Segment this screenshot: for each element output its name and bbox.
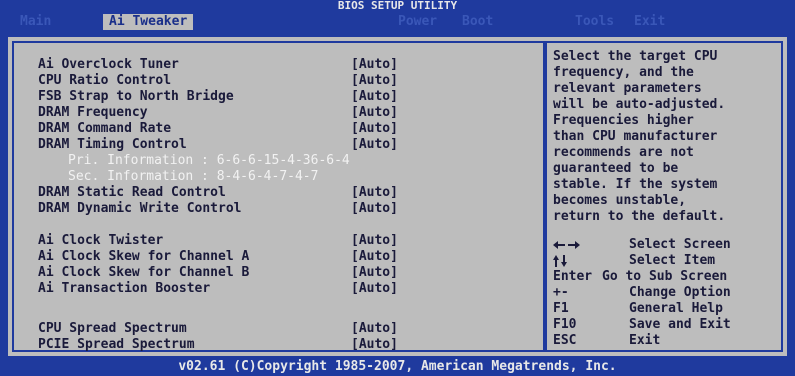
setting-value[interactable]: [Auto] <box>351 233 398 249</box>
setting-value[interactable]: [Auto] <box>351 265 398 281</box>
setting-cpu-ratio-control[interactable]: CPU Ratio Control [Auto] <box>14 73 543 89</box>
settings-pane: Ai Overclock Tuner [Auto] CPU Ratio Cont… <box>12 41 545 352</box>
left-right-arrows-icon <box>553 237 581 253</box>
main-frame: Ai Overclock Tuner [Auto] CPU Ratio Cont… <box>8 37 787 356</box>
setting-transaction-booster[interactable]: Ai Transaction Booster [Auto] <box>14 281 543 297</box>
setting-value[interactable]: [Auto] <box>351 249 398 265</box>
tab-power[interactable]: Power <box>398 14 437 30</box>
key-name: F1 <box>553 301 569 316</box>
tab-exit[interactable]: Exit <box>634 14 665 30</box>
info-primary-timings: Pri. Information : 6-6-6-15-4-36-6-4 <box>14 153 543 169</box>
setting-fsb-strap[interactable]: FSB Strap to North Bridge [Auto] <box>14 89 543 105</box>
key-description: Change Option <box>629 285 731 300</box>
key-name: ESC <box>553 333 577 348</box>
copyright-footer: v02.61 (C)Copyright 1985-2007, American … <box>178 359 617 374</box>
key-enter: Enter Go to Sub Screen <box>553 269 779 285</box>
key-esc: ESC Exit <box>553 333 779 349</box>
help-line: relevant parameters <box>553 81 702 96</box>
setting-value[interactable]: [Auto] <box>351 121 398 137</box>
help-line: becomes unstable, <box>553 193 687 208</box>
setting-pcie-spread-spectrum[interactable]: PCIE Spread Spectrum [Auto] <box>14 337 543 353</box>
setting-value[interactable]: [Auto] <box>351 137 398 153</box>
setting-clock-skew-b[interactable]: Ai Clock Skew for Channel B [Auto] <box>14 265 543 281</box>
help-description: Select the target CPU frequency, and the… <box>553 49 779 225</box>
help-line: recommends are not <box>553 145 694 160</box>
setting-ai-clock-twister[interactable]: Ai Clock Twister [Auto] <box>14 233 543 249</box>
key-f10: F10 Save and Exit <box>553 317 779 333</box>
menu-bar: Main Ai Tweaker Power Boot Tools Exit <box>0 12 795 32</box>
key-description: General Help <box>629 301 723 316</box>
key-name: F10 <box>553 317 577 332</box>
setting-value[interactable]: [Auto] <box>351 73 398 89</box>
setting-label: Ai Clock Twister <box>38 233 164 248</box>
setting-cpu-spread-spectrum[interactable]: CPU Spread Spectrum [Auto] <box>14 321 543 337</box>
setting-clock-skew-a[interactable]: Ai Clock Skew for Channel A [Auto] <box>14 249 543 265</box>
setting-label: CPU Spread Spectrum <box>38 321 187 336</box>
setting-label: DRAM Timing Control <box>38 137 187 152</box>
setting-label: Ai Clock Skew for Channel A <box>38 249 250 264</box>
info-label: Sec. Information : 8-4-6-4-7-4-7 <box>68 169 319 184</box>
help-line: will be auto-adjusted. <box>553 97 726 112</box>
setting-ai-overclock-tuner[interactable]: Ai Overclock Tuner [Auto] <box>14 57 543 73</box>
key-plus-minus: +- Change Option <box>553 285 779 301</box>
key-description: Select Screen <box>629 237 731 252</box>
tab-ai-tweaker[interactable]: Ai Tweaker <box>103 14 194 30</box>
help-pane: Select the target CPU frequency, and the… <box>545 41 783 352</box>
help-line: than CPU manufacturer <box>553 129 718 144</box>
key-legend: Select Screen Select Item Enter Go to Su… <box>553 237 779 349</box>
setting-value[interactable]: [Auto] <box>351 321 398 337</box>
setting-dram-dynamic-write[interactable]: DRAM Dynamic Write Control [Auto] <box>14 201 543 217</box>
setting-label: DRAM Dynamic Write Control <box>38 201 242 216</box>
key-description: Exit <box>629 333 661 348</box>
setting-value[interactable]: [Auto] <box>351 185 398 201</box>
help-line: Frequencies higher <box>553 113 694 128</box>
setting-value[interactable]: [Auto] <box>351 281 398 297</box>
help-line: guaranteed to be <box>553 161 679 176</box>
setting-value[interactable]: [Auto] <box>351 201 398 217</box>
setting-dram-command-rate[interactable]: DRAM Command Rate [Auto] <box>14 121 543 137</box>
bios-title: BIOS SETUP UTILITY <box>337 0 458 12</box>
setting-label: Ai Overclock Tuner <box>38 57 179 72</box>
help-line: Select the target CPU <box>553 49 718 64</box>
info-label: Pri. Information : 6-6-6-15-4-36-6-4 <box>68 153 350 168</box>
tab-tools[interactable]: Tools <box>575 14 614 30</box>
key-select-item: Select Item <box>553 253 779 269</box>
key-description: Save and Exit <box>629 317 731 332</box>
setting-label: Ai Transaction Booster <box>38 281 211 296</box>
setting-value[interactable]: [Auto] <box>351 57 398 73</box>
key-f1: F1 General Help <box>553 301 779 317</box>
setting-value[interactable]: [Auto] <box>351 105 398 121</box>
setting-dram-frequency[interactable]: DRAM Frequency [Auto] <box>14 105 543 121</box>
key-select-screen: Select Screen <box>553 237 779 253</box>
setting-value[interactable]: [Auto] <box>351 89 398 105</box>
setting-label: DRAM Static Read Control <box>38 185 226 200</box>
setting-label: FSB Strap to North Bridge <box>38 89 234 104</box>
setting-label: Ai Clock Skew for Channel B <box>38 265 250 280</box>
tab-main[interactable]: Main <box>20 14 51 30</box>
setting-label: PCIE Spread Spectrum <box>38 337 195 352</box>
info-secondary-timings: Sec. Information : 8-4-6-4-7-4-7 <box>14 169 543 185</box>
help-line: frequency, and the <box>553 65 694 80</box>
help-line: stable. If the system <box>553 177 718 192</box>
setting-dram-static-read[interactable]: DRAM Static Read Control [Auto] <box>14 185 543 201</box>
up-down-arrows-icon <box>553 253 569 269</box>
setting-value[interactable]: [Auto] <box>351 337 398 353</box>
setting-label: CPU Ratio Control <box>38 73 172 88</box>
tab-boot[interactable]: Boot <box>462 14 493 30</box>
key-name: +- <box>553 285 569 300</box>
setting-dram-timing-control[interactable]: DRAM Timing Control [Auto] <box>14 137 543 153</box>
key-name: Enter <box>553 269 593 284</box>
key-description: Go to Sub Screen <box>602 269 728 284</box>
setting-label: DRAM Frequency <box>38 105 148 120</box>
help-line: return to the default. <box>553 209 726 224</box>
setting-label: DRAM Command Rate <box>38 121 172 136</box>
key-description: Select Item <box>629 253 716 268</box>
